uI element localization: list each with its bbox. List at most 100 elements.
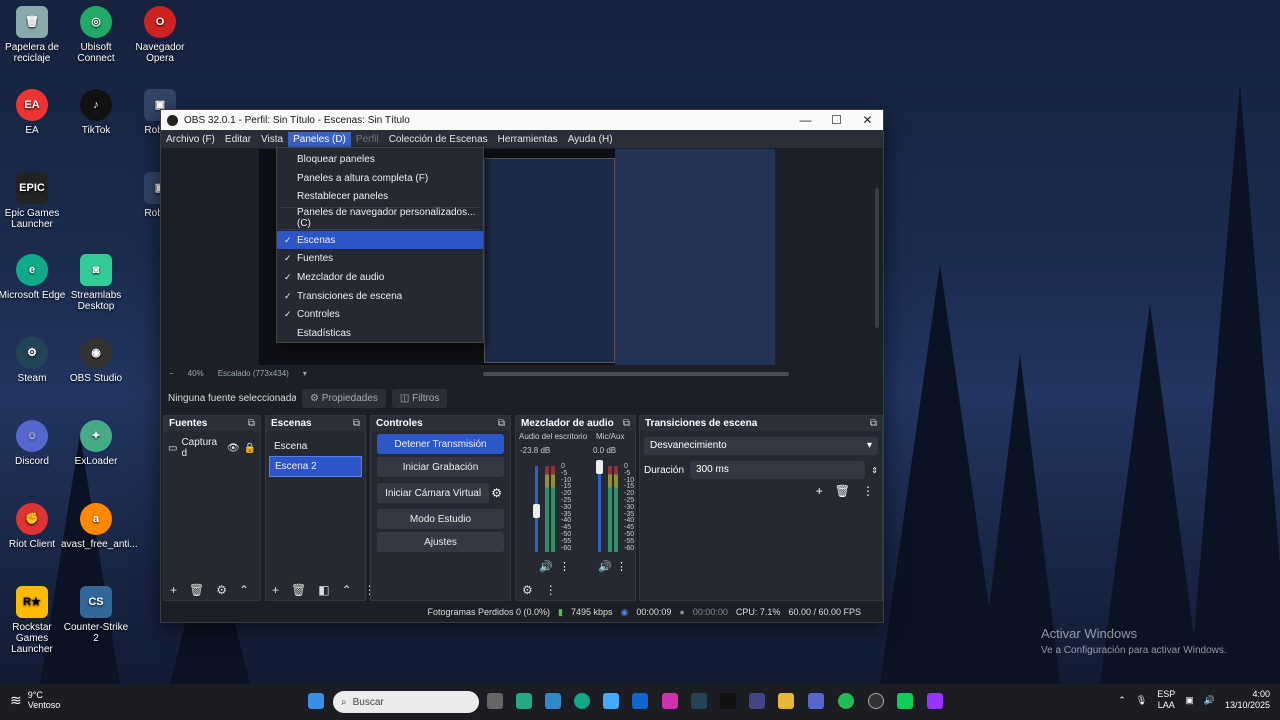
speaker-icon[interactable]: 🔊: [539, 560, 553, 573]
more-icon[interactable]: ⋮: [862, 484, 874, 498]
more-icon[interactable]: ⋮: [545, 583, 557, 597]
twitch-icon[interactable]: [927, 693, 943, 709]
stepper-icon[interactable]: ⇕: [871, 466, 878, 475]
gear-icon[interactable]: ⚙: [216, 583, 227, 597]
mixer-settings-icon[interactable]: ⚙: [522, 583, 533, 597]
desktop-icon-opera[interactable]: O Navegador Opera: [125, 6, 195, 64]
settings-button[interactable]: Ajustes: [377, 532, 504, 552]
chevron-up-icon[interactable]: ⌃: [239, 583, 249, 597]
menu-item-full-height-docks[interactable]: Paneles a altura completa (F): [277, 169, 483, 188]
chevron-up-icon[interactable]: ⌃: [342, 583, 352, 597]
speaker-icon[interactable]: 🔊: [598, 560, 612, 573]
network-icon[interactable]: ▣: [1185, 695, 1194, 706]
scene-item-escena[interactable]: Escena: [269, 437, 362, 456]
steam-icon[interactable]: [691, 693, 707, 709]
preview-vertical-scrollbar[interactable]: [875, 188, 879, 328]
desktop-icon-tiktok[interactable]: ♪ TikTok: [61, 89, 131, 136]
weather-widget[interactable]: ≋ 9°C Ventoso: [10, 690, 60, 710]
kick-icon[interactable]: [897, 693, 913, 709]
task-view-icon[interactable]: [487, 693, 503, 709]
mic-aux-fader[interactable]: [598, 466, 601, 552]
more-icon[interactable]: ⋮: [559, 560, 570, 573]
filter-icon[interactable]: ◧: [318, 583, 329, 597]
more-icon[interactable]: ⋮: [616, 560, 627, 573]
desktop-icon-rockstar[interactable]: R★ Rockstar Games Launcher: [0, 586, 67, 655]
store-icon[interactable]: [603, 693, 619, 709]
edge-icon[interactable]: [574, 693, 590, 709]
source-item[interactable]: ▭ Captura d 👁 🔒: [168, 437, 256, 459]
menu-item-controls[interactable]: ✓ Controles: [277, 306, 483, 325]
menu-paneles[interactable]: Paneles (D): [288, 131, 351, 147]
obs-taskbar-icon[interactable]: [868, 693, 884, 709]
desktop-icon-cs2[interactable]: CS Counter-Strike 2: [61, 586, 131, 644]
dock-float-icon[interactable]: ⧉: [353, 418, 360, 429]
zoom-out-icon[interactable]: −: [169, 369, 174, 380]
tiktok-icon[interactable]: [720, 693, 736, 709]
menu-perfil[interactable]: Perfil: [351, 132, 384, 147]
preview-area[interactable]: − 40% Escalado (773x434) ▾: [161, 148, 883, 380]
menu-item-audio-mixer[interactable]: ✓ Mezclador de audio: [277, 268, 483, 287]
trash-icon[interactable]: 🗑: [189, 583, 204, 597]
widgets-icon[interactable]: [516, 693, 532, 709]
menu-item-browser-docks[interactable]: Paneles de navegador personalizados... (…: [277, 207, 483, 229]
chevron-up-icon[interactable]: ⌃: [1118, 695, 1126, 706]
desktop-icon-epic[interactable]: EPIC Epic Games Launcher: [0, 172, 67, 230]
windows-start-icon[interactable]: [308, 693, 324, 709]
menu-item-transitions[interactable]: ✓ Transiciones de escena: [277, 287, 483, 306]
title-bar[interactable]: OBS 32.0.1 - Perfil: Sin Título - Escena…: [161, 110, 883, 130]
duration-input[interactable]: 300 ms: [690, 461, 866, 479]
transition-select[interactable]: Desvanecimiento ▾: [644, 437, 878, 455]
add-icon[interactable]: +: [170, 583, 177, 597]
minimize-button[interactable]: —: [790, 113, 821, 127]
menu-item-reset-docks[interactable]: Restablecer paneles: [277, 187, 483, 206]
desktop-icon-edge[interactable]: e Microsoft Edge: [0, 254, 67, 301]
start-recording-button[interactable]: Iniciar Grabación: [377, 457, 504, 477]
menu-vista[interactable]: Vista: [256, 132, 288, 147]
menu-archivo[interactable]: Archivo (F): [161, 132, 220, 147]
eye-icon[interactable]: 👁: [227, 443, 240, 454]
language-indicator[interactable]: ESP LAA: [1157, 689, 1175, 711]
dock-float-icon[interactable]: ⧉: [498, 418, 505, 429]
close-button[interactable]: ✕: [852, 113, 883, 127]
scale-dropdown-icon[interactable]: ▾: [303, 369, 307, 380]
trash-icon[interactable]: 🗑: [835, 484, 850, 498]
filters-button[interactable]: ◫ Filtros: [391, 388, 448, 408]
menu-editar[interactable]: Editar: [220, 132, 256, 147]
clock[interactable]: 4:00 13/10/2025: [1225, 689, 1270, 711]
add-icon[interactable]: +: [816, 484, 823, 498]
dock-float-icon[interactable]: ⧉: [623, 418, 630, 429]
volume-icon[interactable]: 🔊: [1204, 695, 1215, 706]
app-icon[interactable]: [545, 693, 561, 709]
desktop-icon-recycle-bin[interactable]: 🗑 Papelera de reciclaje: [0, 6, 67, 64]
dock-float-icon[interactable]: ⧉: [870, 418, 877, 429]
teams-icon[interactable]: [749, 693, 765, 709]
virtual-cam-settings-icon[interactable]: ⚙: [491, 486, 502, 500]
stop-stream-button[interactable]: Detener Transmisión: [377, 434, 504, 454]
desktop-icon-obs[interactable]: ◉ OBS Studio: [61, 337, 131, 384]
mic-aux-fader-knob[interactable]: [596, 460, 603, 474]
instagram-icon[interactable]: [662, 693, 678, 709]
maximize-button[interactable]: ☐: [821, 113, 852, 127]
menu-item-stats[interactable]: Estadísticas: [277, 324, 483, 343]
menu-herramientas[interactable]: Herramientas: [493, 132, 563, 147]
desktop-icon-exloader[interactable]: ✦ ExLoader: [61, 420, 131, 467]
desktop-icon-ea[interactable]: EA EA: [0, 89, 67, 136]
desktop-audio-fader-knob[interactable]: [533, 504, 540, 518]
trash-icon[interactable]: 🗑: [291, 583, 306, 597]
studio-mode-button[interactable]: Modo Estudio: [377, 509, 504, 529]
menu-item-scenes[interactable]: ✓ Escenas: [277, 230, 483, 250]
dock-float-icon[interactable]: ⧉: [248, 418, 255, 429]
desktop-icon-streamlabs[interactable]: ◙ Streamlabs Desktop: [61, 254, 131, 312]
desktop-icon-steam[interactable]: ⚙ Steam: [0, 337, 67, 384]
add-icon[interactable]: +: [272, 583, 279, 597]
start-virtual-cam-button[interactable]: Iniciar Cámara Virtual: [377, 483, 490, 503]
taskbar-search[interactable]: ⌕ Buscar: [333, 691, 479, 713]
desktop-icon-riot[interactable]: ✊ Riot Client: [0, 503, 67, 550]
whatsapp-icon[interactable]: [838, 693, 854, 709]
desktop-icon-discord[interactable]: ☺ Discord: [0, 420, 67, 467]
menu-ayuda[interactable]: Ayuda (H): [563, 132, 618, 147]
discord-icon[interactable]: [808, 693, 824, 709]
scene-item-escena-2[interactable]: Escena 2: [269, 456, 362, 477]
properties-button[interactable]: ⚙ Propiedades: [302, 388, 386, 408]
outlook-icon[interactable]: [632, 693, 648, 709]
